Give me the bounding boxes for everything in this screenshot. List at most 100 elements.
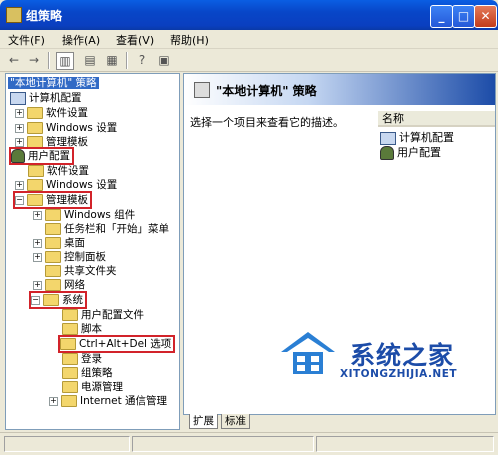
tree-admin-shared-folders[interactable]: 共享文件夹 xyxy=(45,264,117,278)
toolbar-separator xyxy=(126,52,128,69)
expand-icon[interactable]: + xyxy=(33,238,42,248)
tree-admin-system[interactable]: − 系统 xyxy=(29,291,87,309)
tree-root-label: "本地计算机" 策略 xyxy=(8,77,99,89)
expand-icon[interactable]: + xyxy=(33,252,42,262)
close-button[interactable]: ✕ xyxy=(474,5,497,28)
computer-icon xyxy=(10,91,26,105)
maximize-button[interactable]: □ xyxy=(452,5,475,28)
policy-icon xyxy=(194,82,210,98)
tree-system-internet-comm[interactable]: + Internet 通信管理 xyxy=(49,394,167,408)
status-cell xyxy=(4,436,130,452)
tree-user-config[interactable]: 用户配置 xyxy=(9,147,74,165)
user-config-icon xyxy=(11,149,25,163)
back-icon[interactable]: ← xyxy=(6,52,22,68)
menu-action[interactable]: 操作(A) xyxy=(62,32,100,48)
tree-system-ctrl-alt-del[interactable]: Ctrl+Alt+Del 选项 xyxy=(58,335,176,353)
folder-icon xyxy=(62,381,78,393)
tree-item-label: 桌面 xyxy=(64,237,85,249)
folder-icon xyxy=(62,323,78,335)
tree-uc-software-label: 软件设置 xyxy=(47,165,89,177)
tree-item-label: 控制面板 xyxy=(64,251,106,263)
tab-standard[interactable]: 标准 xyxy=(221,414,250,429)
folder-icon xyxy=(27,107,43,119)
tree-cc-software-label: 软件设置 xyxy=(46,107,88,119)
folder-icon xyxy=(45,209,61,221)
tree-admin-network[interactable]: + 网络 xyxy=(33,278,85,292)
tree-root[interactable]: "本地计算机" 策略 xyxy=(8,76,99,90)
tree-item-label: 用户配置文件 xyxy=(81,309,144,321)
watermark-brand: 系统之家 xyxy=(350,341,455,370)
tree-item-label: 网络 xyxy=(64,279,85,291)
expand-icon[interactable]: + xyxy=(49,396,58,406)
status-cell xyxy=(132,436,314,452)
expand-icon[interactable]: + xyxy=(15,108,24,118)
tree-item-label: Internet 通信管理 xyxy=(80,395,168,407)
tree-system-group-policy[interactable]: 组策略 xyxy=(62,366,113,380)
tree-item-label: 组策略 xyxy=(81,367,113,379)
forward-icon[interactable]: → xyxy=(26,52,42,68)
tree-system-scripts[interactable]: 脚本 xyxy=(62,322,102,336)
menu-view[interactable]: 查看(V) xyxy=(116,32,154,48)
list-item-user-config[interactable]: 用户配置 xyxy=(380,144,441,160)
folder-icon xyxy=(61,395,77,407)
tree-admin-taskbar[interactable]: 任务栏和「开始」菜单 xyxy=(45,222,169,236)
collapse-icon[interactable]: − xyxy=(31,295,40,305)
details-header-title: "本地计算机" 策略 xyxy=(216,84,317,98)
minimize-button[interactable]: _ xyxy=(430,5,453,28)
group-policy-icon xyxy=(6,7,22,23)
details-header: "本地计算机" 策略 xyxy=(184,74,495,105)
menu-bar: 文件(F) 操作(A) 查看(V) 帮助(H) xyxy=(0,30,498,48)
window-title: 组策略 xyxy=(26,9,63,23)
console-icon[interactable]: ▣ xyxy=(156,52,172,68)
tree-cc-windows[interactable]: + Windows 设置 xyxy=(15,121,117,135)
list-item-label: 计算机配置 xyxy=(399,131,454,144)
expand-icon[interactable]: + xyxy=(15,123,24,133)
properties-icon[interactable]: ▤ xyxy=(82,52,98,68)
export-list-icon[interactable]: ▦ xyxy=(104,52,120,68)
help-icon[interactable]: ? xyxy=(134,52,150,68)
tree-cc-windows-label: Windows 设置 xyxy=(46,122,118,134)
tab-extended[interactable]: 扩展 xyxy=(189,414,218,429)
tree-uc-software[interactable]: 软件设置 xyxy=(28,164,89,178)
tree-item-label: 脚本 xyxy=(81,323,102,335)
tree-item-label: Windows 组件 xyxy=(64,209,136,221)
expand-icon[interactable]: + xyxy=(15,180,24,190)
tree-system-power[interactable]: 电源管理 xyxy=(62,380,123,394)
list-item-label: 用户配置 xyxy=(397,146,441,159)
collapse-icon[interactable]: − xyxy=(15,195,24,205)
expand-icon[interactable]: + xyxy=(33,280,42,290)
folder-icon xyxy=(45,279,61,291)
tree-uc-windows[interactable]: + Windows 设置 xyxy=(15,178,117,192)
computer-icon xyxy=(380,131,396,145)
tree-computer-config[interactable]: 计算机配置 xyxy=(10,91,82,105)
tree-system-logon[interactable]: 登录 xyxy=(62,352,102,366)
tree-system-user-profiles[interactable]: 用户配置文件 xyxy=(62,308,144,322)
tree-item-label: Ctrl+Alt+Del 选项 xyxy=(79,338,172,350)
watermark-url: XITONGZHIJIA.NET xyxy=(340,368,458,380)
description-text: 选择一个项目来查看它的描述。 xyxy=(190,116,344,129)
folder-open-icon xyxy=(43,294,59,306)
tree-admin-windows-components[interactable]: + Windows 组件 xyxy=(33,208,135,222)
user-config-icon xyxy=(380,146,394,160)
tree-admin-control-panel[interactable]: + 控制面板 xyxy=(33,250,106,264)
folder-icon xyxy=(28,165,44,177)
tree-admin-desktop[interactable]: + 桌面 xyxy=(33,236,85,250)
tree-pane: "本地计算机" 策略 计算机配置 + 软件设置 + Windows 设置 + 管理模板… xyxy=(5,73,180,430)
expand-icon[interactable]: + xyxy=(33,210,42,220)
show-hide-tree-icon[interactable]: ▥ xyxy=(56,52,74,70)
tree-uc-admin[interactable]: − 管理模板 xyxy=(13,191,92,209)
folder-icon xyxy=(45,265,61,277)
title-bar: 组策略 _ □ ✕ xyxy=(0,0,498,30)
menu-file[interactable]: 文件(F) xyxy=(8,32,45,48)
watermark-logo-icon xyxy=(281,332,335,374)
menu-help[interactable]: 帮助(H) xyxy=(170,32,209,48)
tree-cc-software[interactable]: + 软件设置 xyxy=(15,106,88,120)
column-header-name[interactable]: 名称 xyxy=(378,111,495,127)
folder-open-icon xyxy=(27,194,43,206)
tree-item-label: 共享文件夹 xyxy=(64,265,117,277)
folder-icon xyxy=(62,367,78,379)
expand-icon[interactable]: + xyxy=(15,137,24,147)
folder-icon xyxy=(62,309,78,321)
list-item-computer-config[interactable]: 计算机配置 xyxy=(380,129,454,145)
folder-icon xyxy=(27,179,43,191)
